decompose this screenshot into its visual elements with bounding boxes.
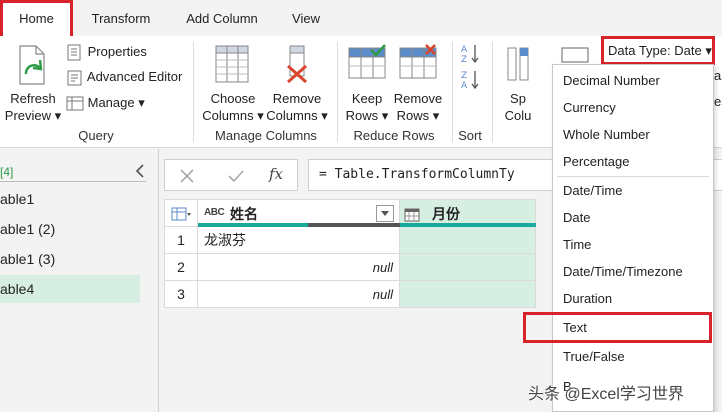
- split-column-button[interactable]: Sp Colu: [494, 42, 544, 126]
- refresh-icon: [19, 45, 45, 85]
- menu-item-decimal-number[interactable]: Decimal Number: [553, 67, 713, 94]
- row-index[interactable]: 1: [164, 227, 198, 254]
- remove-rows-icon: [399, 44, 437, 79]
- manage-icon: [66, 96, 84, 111]
- menu-item-currency[interactable]: Currency: [553, 94, 713, 121]
- svg-text:Z: Z: [461, 55, 467, 64]
- choose-columns-icon: [215, 45, 249, 83]
- ribbon-separator: [193, 42, 194, 142]
- query-item[interactable]: able1 (2): [0, 215, 140, 243]
- table-cell[interactable]: null: [198, 254, 400, 281]
- right-partial-top: as: [714, 68, 722, 83]
- row-index[interactable]: 3: [164, 281, 198, 308]
- preview-label: Preview ▾: [4, 108, 62, 123]
- chevron-down-icon: ▾: [705, 43, 712, 58]
- text-type-icon[interactable]: ABC: [204, 207, 225, 218]
- query-group-label: Query: [78, 128, 114, 143]
- manage-columns-group-label: Manage Columns: [215, 128, 317, 143]
- ribbon-separator: [492, 42, 493, 142]
- table-menu-cell[interactable]: [164, 199, 198, 227]
- column-header-label: 姓名: [230, 206, 258, 222]
- remove-label: Remove: [272, 91, 322, 106]
- sort-descending-icon[interactable]: Z A: [460, 68, 482, 90]
- menu-item-percentage[interactable]: Percentage: [553, 148, 713, 175]
- ribbon-separator: [452, 42, 453, 142]
- properties-icon: [67, 44, 81, 61]
- column-header-label: 月份: [432, 206, 460, 222]
- remove-rows-label-2: Rows ▾: [396, 108, 440, 123]
- sort-group-label: Sort: [458, 128, 482, 143]
- menu-item-time[interactable]: Time: [553, 231, 713, 258]
- menu-item-date-time[interactable]: Date/Time: [553, 177, 713, 204]
- table-icon: [171, 207, 191, 221]
- remove-columns-button[interactable]: Remove Columns ▾: [266, 42, 328, 126]
- refresh-preview-button[interactable]: Refresh Preview ▾: [2, 42, 62, 126]
- query-item[interactable]: able1 (3): [0, 245, 140, 273]
- svg-text:A: A: [461, 81, 468, 90]
- sort-ascending-icon[interactable]: A Z: [460, 42, 482, 64]
- remove-columns-icon: [287, 45, 307, 84]
- split-label-2: Colu: [504, 108, 532, 123]
- properties-button[interactable]: Properties: [66, 42, 147, 62]
- remove-rows-button[interactable]: Remove Rows ▾: [393, 42, 443, 126]
- svg-text:Z: Z: [461, 71, 467, 81]
- column-header-name[interactable]: ABC 姓名: [198, 199, 400, 227]
- reduce-rows-group-label: Reduce Rows: [353, 128, 435, 143]
- advanced-editor-button[interactable]: Advanced Editor: [66, 67, 182, 87]
- tab-view[interactable]: View: [282, 0, 330, 36]
- query-item-selected[interactable]: able4: [0, 275, 140, 303]
- split-label-1: Sp: [510, 91, 526, 106]
- advanced-editor-icon: [67, 70, 82, 86]
- watermark: 头条 @Excel学习世界: [528, 386, 684, 403]
- keep-rows-button[interactable]: Keep Rows ▾: [342, 42, 392, 126]
- pane-splitter[interactable]: [158, 149, 159, 412]
- pane-divider: [0, 181, 146, 182]
- choose-columns-label: Columns ▾: [202, 108, 264, 123]
- data-type-button[interactable]: Data Type: Date ▾: [601, 36, 715, 65]
- collapse-chevron-icon[interactable]: [134, 163, 146, 179]
- keep-label: Keep: [351, 91, 383, 106]
- fx-icon[interactable]: fx: [269, 165, 283, 183]
- formula-buttons: fx: [164, 159, 298, 191]
- table-cell[interactable]: 龙淑芬: [198, 227, 400, 254]
- ribbon-separator: [337, 42, 338, 142]
- column-header-month[interactable]: 月份: [400, 199, 536, 227]
- remove-columns-label: Columns ▾: [266, 108, 328, 123]
- queries-pane: [4] able1 able1 (2) able1 (3) able4: [0, 149, 150, 412]
- right-partial-bottom: es: [714, 94, 722, 109]
- cancel-formula-icon[interactable]: [179, 168, 195, 184]
- remove-rows-label-1: Remove: [393, 91, 443, 106]
- menu-item-whole-number[interactable]: Whole Number: [553, 121, 713, 148]
- date-type-icon[interactable]: [404, 207, 420, 222]
- column-filter-button[interactable]: [376, 205, 394, 222]
- data-type-menu: Decimal Number Currency Whole Number Per…: [552, 64, 714, 412]
- menu-item-true-false[interactable]: True/False: [553, 343, 713, 370]
- table-cell[interactable]: [400, 254, 536, 281]
- manage-button[interactable]: Manage ▾: [66, 93, 145, 113]
- menu-item-date[interactable]: Date: [553, 204, 713, 231]
- keep-rows-label: Rows ▾: [345, 108, 389, 123]
- refresh-label: Refresh: [10, 91, 56, 106]
- text-option-highlight: [523, 312, 712, 343]
- keep-rows-icon: [348, 44, 386, 79]
- tab-add-column[interactable]: Add Column: [176, 0, 268, 36]
- query-count: [4]: [0, 165, 14, 179]
- choose-label: Choose: [210, 91, 256, 106]
- row-index[interactable]: 2: [164, 254, 198, 281]
- query-item[interactable]: able1: [0, 185, 140, 213]
- ribbon-tab-bar: Home Transform Add Column View: [0, 0, 722, 37]
- table-cell[interactable]: [400, 281, 536, 308]
- confirm-formula-icon[interactable]: [227, 168, 245, 184]
- split-column-icon: [507, 47, 529, 81]
- menu-item-duration[interactable]: Duration: [553, 285, 713, 312]
- tab-transform[interactable]: Transform: [80, 0, 162, 36]
- table-cell[interactable]: null: [198, 281, 400, 308]
- choose-columns-button[interactable]: Choose Columns ▾: [202, 42, 264, 126]
- chevron-down-icon: [381, 211, 389, 216]
- tab-home[interactable]: Home: [0, 0, 73, 36]
- table-cell[interactable]: [400, 227, 536, 254]
- menu-item-date-time-timezone[interactable]: Date/Time/Timezone: [553, 258, 713, 285]
- svg-text:A: A: [461, 45, 468, 55]
